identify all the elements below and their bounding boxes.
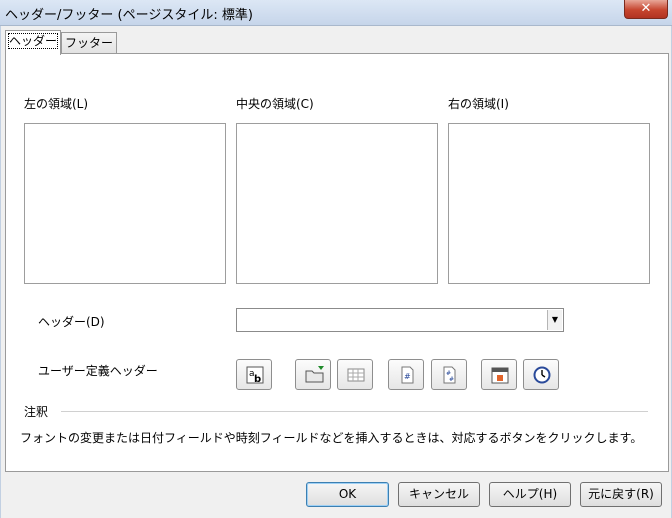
right-area-label: 右の領域(I) (448, 97, 509, 111)
tab-footer[interactable]: フッター (61, 32, 118, 54)
text-attributes-button[interactable]: a b (236, 359, 272, 390)
dialog-body: ヘッダー フッター 左の領域(L) 中央の領域(C) 右の領域(I) ヘッダー(… (0, 26, 672, 518)
date-icon (491, 367, 509, 384)
ok-button[interactable]: OK (306, 482, 389, 507)
cancel-button[interactable]: キャンセル (398, 482, 480, 507)
file-name-icon (305, 366, 324, 383)
title-bar: ヘッダー/フッター (ページスタイル: 標準) ✕ (0, 0, 672, 26)
note-separator (61, 411, 648, 412)
text-attributes-icon: a b (246, 366, 264, 384)
page-count-button[interactable]: # # (431, 359, 467, 390)
tab-footer-label: フッター (65, 36, 114, 50)
center-area-label: 中央の領域(C) (236, 97, 314, 111)
help-button[interactable]: ヘルプ(H) (489, 482, 571, 507)
sheet-name-button[interactable] (337, 359, 373, 390)
tab-header[interactable]: ヘッダー (5, 30, 62, 55)
custom-header-label: ユーザー定義ヘッダー (38, 364, 158, 378)
center-area-editor[interactable] (236, 123, 438, 284)
header-select[interactable]: ▼ (236, 308, 564, 332)
reset-button[interactable]: 元に戻す(R) (580, 482, 662, 507)
time-icon (533, 366, 551, 384)
sheet-name-icon (347, 368, 365, 382)
svg-text:#: # (449, 376, 454, 383)
left-area-label: 左の領域(L) (24, 97, 89, 111)
header-select-label: ヘッダー(D) (38, 315, 105, 329)
time-button[interactable] (523, 359, 559, 390)
svg-text:b: b (254, 374, 261, 384)
tab-header-label: ヘッダー (7, 33, 59, 49)
svg-text:#: # (404, 372, 411, 381)
note-heading: 注釈 (24, 405, 49, 419)
close-button[interactable]: ✕ (624, 0, 668, 19)
dropdown-arrow-icon[interactable]: ▼ (547, 310, 562, 330)
left-area-editor[interactable] (24, 123, 226, 284)
date-button[interactable] (481, 359, 517, 390)
page-count-icon: # # (443, 366, 456, 384)
tab-panel: 左の領域(L) 中央の領域(C) 右の領域(I) ヘッダー(D) ▼ ユーザー定… (5, 53, 669, 472)
note-text: フォントの変更または日付フィールドや時刻フィールドなどを挿入するときは、対応する… (20, 431, 643, 445)
file-name-button[interactable] (295, 359, 331, 390)
window-title: ヘッダー/フッター (ページスタイル: 標準) (5, 8, 253, 23)
page-number-icon: # (401, 366, 414, 384)
page-number-button[interactable]: # (388, 359, 424, 390)
right-area-editor[interactable] (448, 123, 650, 284)
